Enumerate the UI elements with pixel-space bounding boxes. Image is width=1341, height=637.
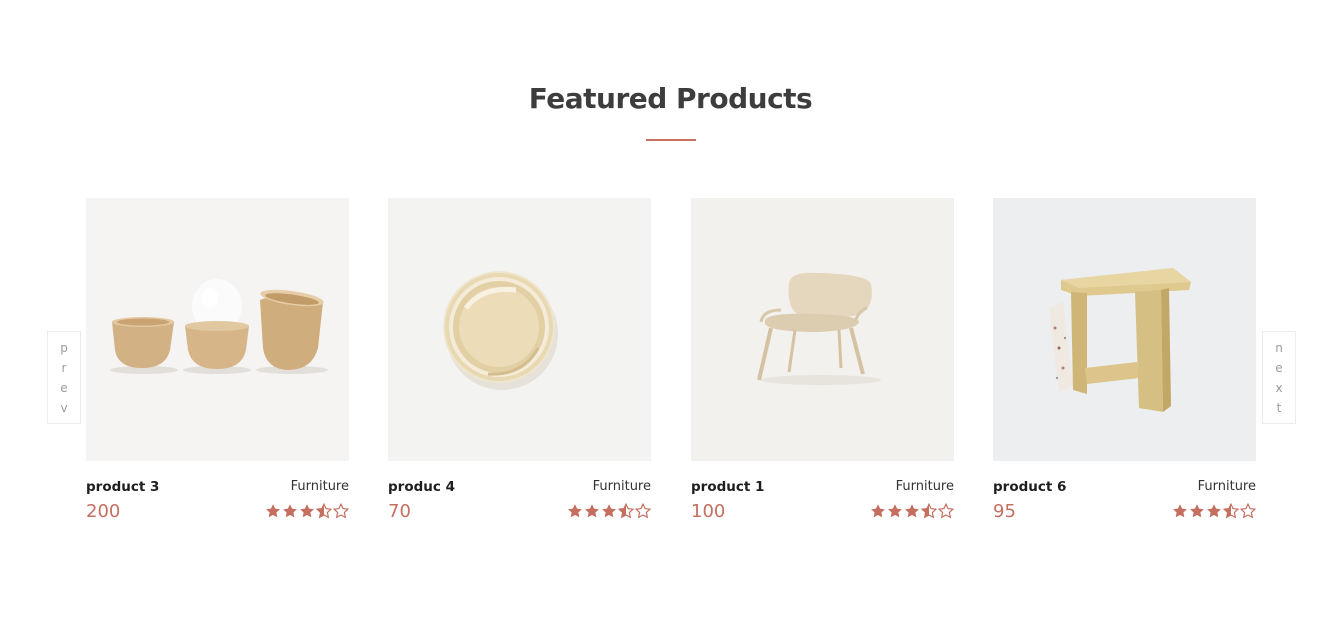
star-full-icon xyxy=(1173,504,1187,518)
next-letter: t xyxy=(1276,400,1282,415)
star-empty-icon xyxy=(938,503,954,519)
star-half-icon xyxy=(316,503,332,519)
product-card[interactable]: product 1 Furniture 100 xyxy=(691,198,954,522)
star-full-icon xyxy=(602,504,616,518)
prev-letter: p xyxy=(60,340,68,355)
title-underline xyxy=(646,139,696,141)
star-full-icon xyxy=(283,504,297,518)
prev-letter: v xyxy=(60,400,68,415)
product-price: 100 xyxy=(691,501,726,522)
star-full-icon xyxy=(266,504,280,518)
carousel-prev-button[interactable]: p r e v xyxy=(47,331,81,424)
star-full-icon xyxy=(585,504,599,518)
product-card[interactable]: produc 4 Furniture 70 xyxy=(388,198,651,522)
star-empty-icon xyxy=(333,503,349,519)
product-price: 70 xyxy=(388,501,411,522)
product-rating xyxy=(265,503,349,519)
chair-image[interactable] xyxy=(691,198,954,461)
carousel-next-button[interactable]: n e x t xyxy=(1262,331,1296,424)
wooden-cups-egg-image[interactable] xyxy=(86,198,349,461)
section-title: Featured Products xyxy=(528,82,813,115)
next-letter: x xyxy=(1275,380,1283,395)
star-full-icon xyxy=(1190,504,1204,518)
star-full-icon xyxy=(300,504,314,518)
product-rating xyxy=(870,503,954,519)
star-empty-icon xyxy=(1240,503,1256,519)
wooden-stool-image[interactable] xyxy=(993,198,1256,461)
star-full-icon xyxy=(568,504,582,518)
featured-products-section: Featured Products p r e v n e x t produc… xyxy=(0,0,1341,637)
product-category: Furniture xyxy=(592,479,651,494)
next-letter: n xyxy=(1275,340,1283,355)
product-card[interactable]: product 6 Furniture 95 xyxy=(993,198,1256,522)
star-full-icon xyxy=(888,504,902,518)
product-price: 200 xyxy=(86,501,121,522)
product-name[interactable]: product 6 xyxy=(993,479,1066,495)
prev-letter: e xyxy=(60,380,68,395)
product-card[interactable]: product 3 Furniture 200 xyxy=(86,198,349,522)
star-half-icon xyxy=(618,503,634,519)
product-category: Furniture xyxy=(290,479,349,494)
star-full-icon xyxy=(905,504,919,518)
product-price: 95 xyxy=(993,501,1016,522)
product-name[interactable]: product 3 xyxy=(86,479,159,495)
product-rating xyxy=(567,503,651,519)
star-half-icon xyxy=(921,503,937,519)
prev-letter: r xyxy=(61,360,67,375)
star-empty-icon xyxy=(635,503,651,519)
next-letter: e xyxy=(1275,360,1283,375)
product-category: Furniture xyxy=(895,479,954,494)
star-full-icon xyxy=(1207,504,1221,518)
product-rating xyxy=(1172,503,1256,519)
product-category: Furniture xyxy=(1197,479,1256,494)
product-name[interactable]: produc 4 xyxy=(388,479,455,495)
star-half-icon xyxy=(1223,503,1239,519)
product-name[interactable]: product 1 xyxy=(691,479,764,495)
round-tray-image[interactable] xyxy=(388,198,651,461)
star-full-icon xyxy=(871,504,885,518)
